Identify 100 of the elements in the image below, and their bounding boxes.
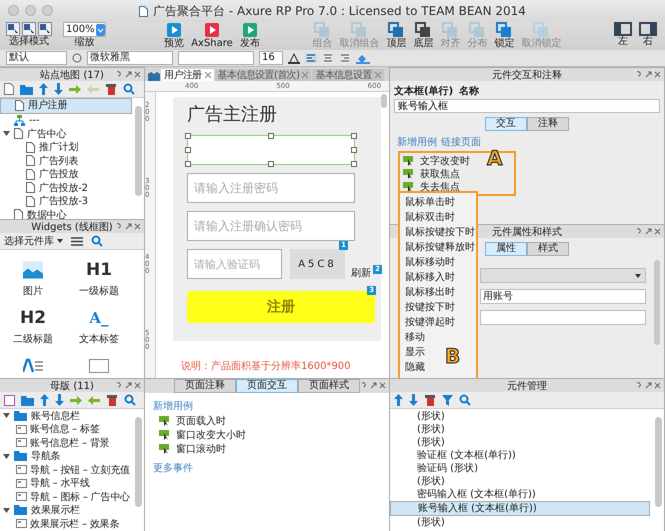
sitemap-item[interactable]: 广告投放-2 bbox=[0, 181, 132, 194]
font-dropdown[interactable]: 微软雅黑 bbox=[87, 51, 173, 65]
panel-controls-icon[interactable] bbox=[636, 228, 660, 235]
menu-item[interactable]: 显示 bbox=[405, 345, 425, 360]
sitemap-item[interactable]: --- bbox=[0, 114, 132, 127]
folder-icon[interactable] bbox=[21, 394, 34, 406]
master-item[interactable]: 导航 – 按钮 – 立刻充值 bbox=[0, 463, 132, 476]
panel-controls-icon[interactable] bbox=[116, 71, 140, 78]
panel-tab[interactable]: 属性 bbox=[485, 242, 527, 256]
menu-item[interactable]: 鼠标双击时 bbox=[405, 210, 455, 225]
arrow-down-icon[interactable] bbox=[54, 83, 63, 95]
scrollbar[interactable] bbox=[381, 94, 387, 108]
panel-tab[interactable]: 页面交互 bbox=[236, 379, 298, 393]
align-right-icon[interactable] bbox=[339, 53, 351, 63]
more-events-link[interactable]: 更多事件 bbox=[153, 461, 193, 475]
widget-item[interactable]: A_ 文本标签 bbox=[66, 304, 132, 350]
menu-item[interactable]: 鼠标移入时 bbox=[405, 270, 455, 285]
page-tab[interactable]: 用户注册 bbox=[161, 69, 214, 81]
sitemap-item[interactable]: 广告投放 bbox=[0, 168, 132, 181]
sitemap-item[interactable]: 广告中心 bbox=[0, 127, 132, 140]
panel-tab[interactable]: 注释 bbox=[527, 117, 569, 131]
panel-controls-icon[interactable] bbox=[636, 382, 660, 389]
search-icon[interactable] bbox=[124, 394, 136, 406]
event-item[interactable]: 窗口滚动时 bbox=[153, 442, 226, 455]
register-button[interactable]: 注册 bbox=[187, 291, 375, 323]
scrollbar[interactable] bbox=[655, 417, 662, 507]
outline-item[interactable]: (形状) bbox=[390, 423, 650, 436]
event-item[interactable]: 窗口改变大小时 bbox=[153, 428, 246, 441]
page-tab[interactable]: 基本信息设置(首次) bbox=[214, 69, 312, 81]
arrow-up-icon[interactable] bbox=[40, 394, 49, 406]
brush-icon[interactable] bbox=[72, 53, 82, 63]
align-left-icon[interactable] bbox=[305, 53, 317, 63]
cursor-icon[interactable] bbox=[38, 22, 52, 36]
widget-item[interactable]: H1 一级标题 bbox=[66, 256, 132, 302]
sitemap-toggle-icon[interactable] bbox=[148, 72, 160, 81]
text-input-field[interactable] bbox=[480, 310, 646, 325]
outline-item[interactable]: 验证框 (文本框(单行)) bbox=[390, 449, 650, 462]
close-icon[interactable] bbox=[204, 72, 211, 78]
font-weight-dropdown[interactable] bbox=[178, 51, 254, 65]
scrollbar[interactable] bbox=[654, 260, 660, 345]
folder-icon[interactable] bbox=[20, 84, 33, 94]
outline-item[interactable]: (形状) bbox=[390, 436, 650, 449]
outline-item[interactable]: (形状) bbox=[390, 475, 650, 488]
menu-item[interactable]: 鼠标单击时 bbox=[405, 195, 455, 210]
search-icon[interactable] bbox=[459, 394, 471, 406]
expand-triangle-icon[interactable] bbox=[3, 412, 10, 420]
master-item[interactable]: 效果展示栏 – 效果条 bbox=[0, 517, 132, 530]
arrow-right-icon[interactable] bbox=[69, 84, 81, 94]
master-item[interactable]: 导航 – 水平线 bbox=[0, 476, 132, 490]
toolbar-button[interactable]: AxShare bbox=[189, 22, 235, 49]
arrow-down-icon[interactable] bbox=[55, 394, 64, 406]
text-input-field[interactable]: 用账号 bbox=[480, 289, 646, 304]
outline-item[interactable]: 验证码 (形状) bbox=[390, 462, 650, 475]
event-item[interactable]: 获取焦点 bbox=[403, 167, 460, 180]
arrow-left-icon[interactable] bbox=[88, 396, 100, 404]
text-color-icon[interactable] bbox=[288, 52, 300, 64]
panel-tab[interactable]: 样式 bbox=[527, 242, 569, 256]
scrollbar[interactable] bbox=[135, 106, 142, 196]
menu-item[interactable]: 鼠标按键按下时 bbox=[405, 225, 475, 240]
cursor-icon[interactable] bbox=[22, 22, 36, 36]
align-center-icon[interactable] bbox=[322, 53, 334, 63]
menu-icon[interactable] bbox=[71, 236, 83, 246]
fill-color-icon[interactable] bbox=[356, 52, 370, 64]
panel-controls-icon[interactable] bbox=[636, 71, 660, 78]
close-icon[interactable] bbox=[302, 72, 308, 78]
arrow-right-icon[interactable] bbox=[70, 396, 82, 404]
sitemap-item[interactable]: 用户注册 bbox=[0, 98, 132, 114]
widget-item[interactable]: 图片 bbox=[0, 256, 66, 302]
sitemap-item[interactable]: 广告投放-3 bbox=[0, 194, 132, 208]
action-link[interactable]: 链接页面 bbox=[441, 135, 481, 149]
name-input-field[interactable]: 账号输入框 bbox=[394, 99, 660, 113]
style-dropdown[interactable]: 默认 bbox=[6, 51, 67, 65]
cursor-icon[interactable] bbox=[6, 22, 20, 36]
master-item[interactable]: 账号信息栏 – 背景 bbox=[0, 436, 132, 450]
toolbar-button[interactable]: 发布 bbox=[238, 22, 262, 49]
toolbar-button[interactable]: 左 bbox=[612, 22, 634, 47]
panel-controls-icon[interactable] bbox=[116, 382, 140, 389]
toolbar-button[interactable]: 锁定 bbox=[492, 22, 516, 49]
arrow-up-icon[interactable] bbox=[39, 83, 48, 95]
password-input-field[interactable]: 请输入注册确认密码 bbox=[187, 211, 355, 241]
master-item[interactable]: 账号信息 – 标签 bbox=[0, 422, 132, 436]
event-item[interactable]: 页面载入时 bbox=[153, 414, 226, 427]
add-master-icon[interactable] bbox=[4, 394, 15, 406]
password-input-field[interactable]: 请输入注册密码 bbox=[187, 173, 355, 203]
add-page-icon[interactable] bbox=[4, 83, 14, 95]
scrollbar[interactable] bbox=[135, 417, 142, 507]
sitemap-item[interactable]: 推广计划 bbox=[0, 140, 132, 154]
outline-item[interactable]: 账号输入框 (文本框(单行)) bbox=[390, 501, 650, 516]
action-link[interactable]: 新增用例 bbox=[397, 135, 437, 149]
event-item[interactable]: 文字改变时 bbox=[403, 154, 470, 167]
sitemap-item[interactable]: 广告列表 bbox=[0, 154, 132, 168]
search-icon[interactable] bbox=[123, 83, 135, 95]
zoom-dropdown[interactable]: 100% bbox=[63, 22, 106, 37]
menu-item[interactable]: 鼠标按键释放时 bbox=[405, 240, 475, 255]
add-case-link[interactable]: 新增用例 bbox=[153, 399, 193, 413]
close-icon[interactable] bbox=[374, 72, 381, 78]
page-tab[interactable]: 基本信息设置 bbox=[312, 69, 384, 81]
refresh-link[interactable]: 刷新 bbox=[351, 266, 371, 280]
master-folder[interactable]: 效果展示栏 bbox=[0, 504, 132, 517]
account-input-field[interactable] bbox=[187, 135, 355, 165]
